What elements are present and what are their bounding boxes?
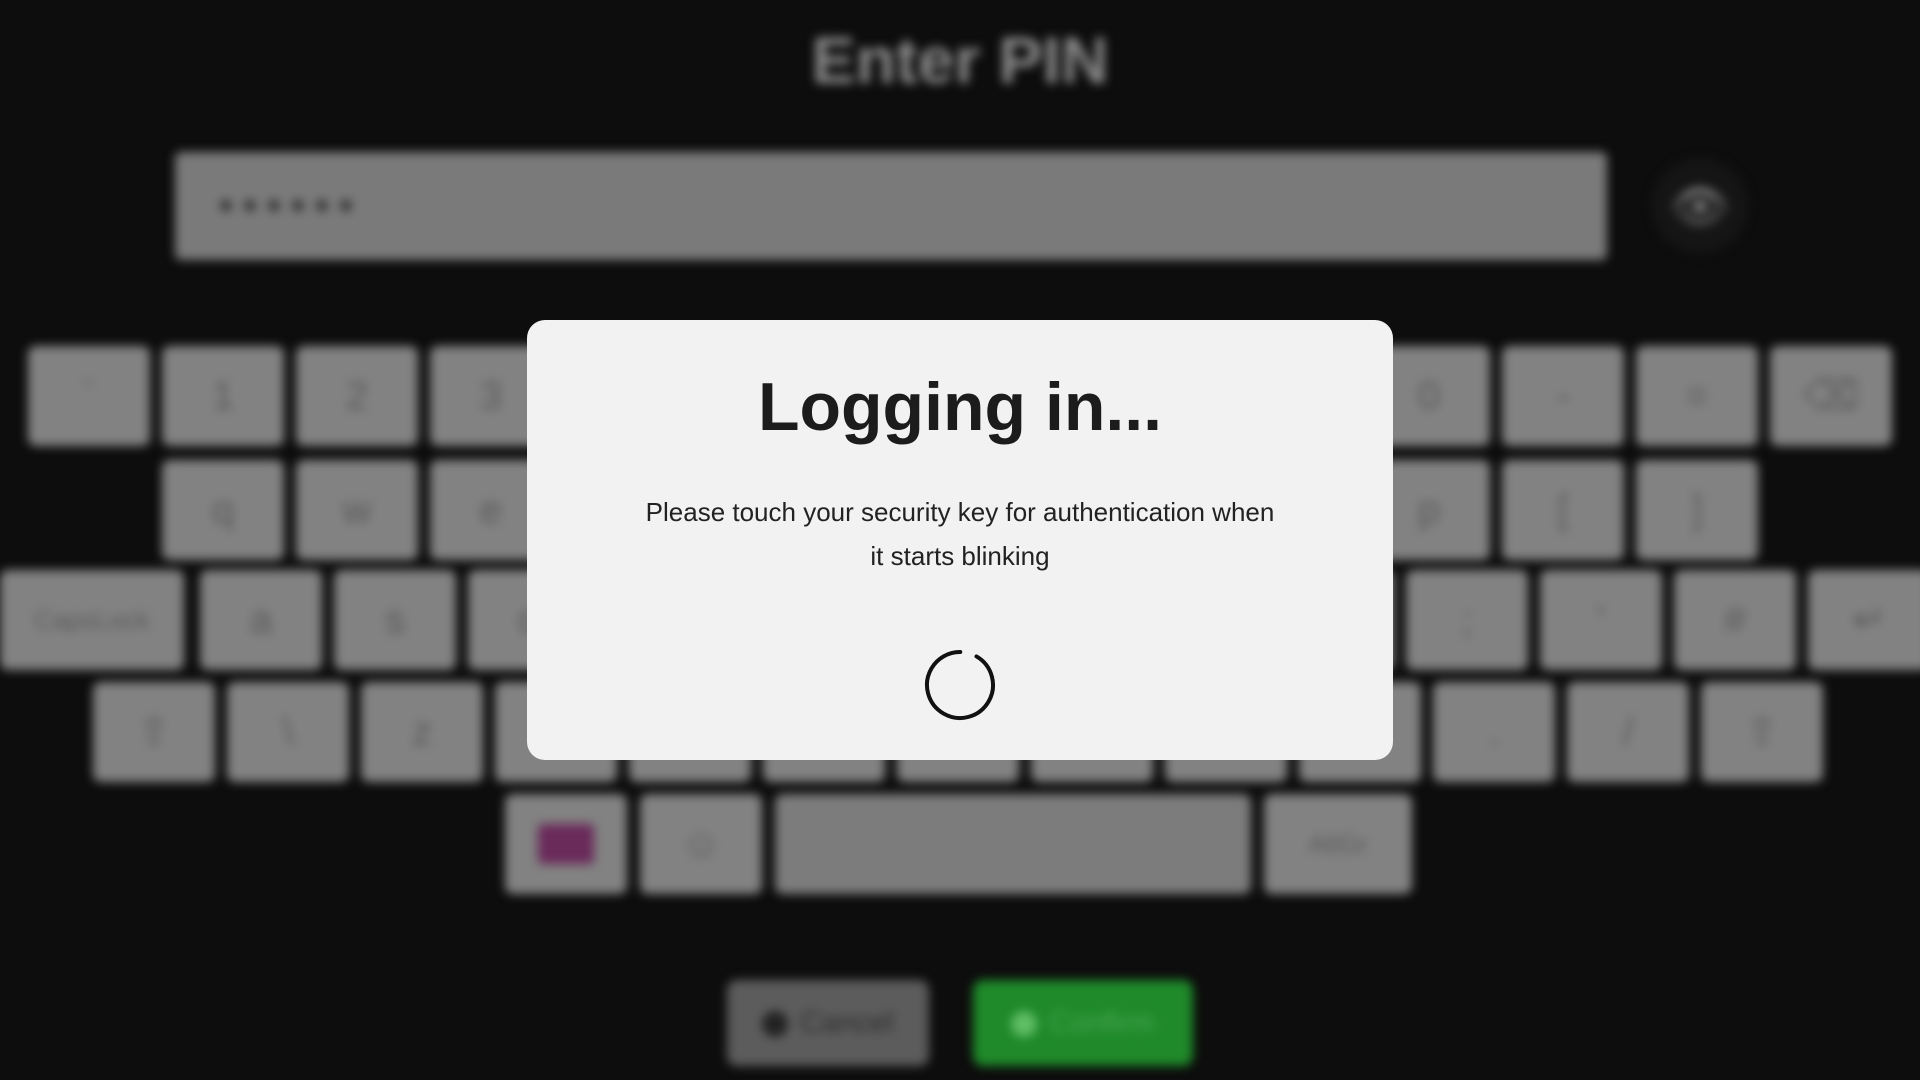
login-dialog: Logging in... Please touch your security… — [527, 320, 1393, 760]
spinner-icon — [925, 650, 995, 720]
dialog-message: Please touch your security key for authe… — [645, 497, 1275, 571]
dialog-title: Logging in... — [757, 369, 1163, 445]
modal-overlay: Logging in... Please touch your security… — [0, 0, 1920, 1080]
